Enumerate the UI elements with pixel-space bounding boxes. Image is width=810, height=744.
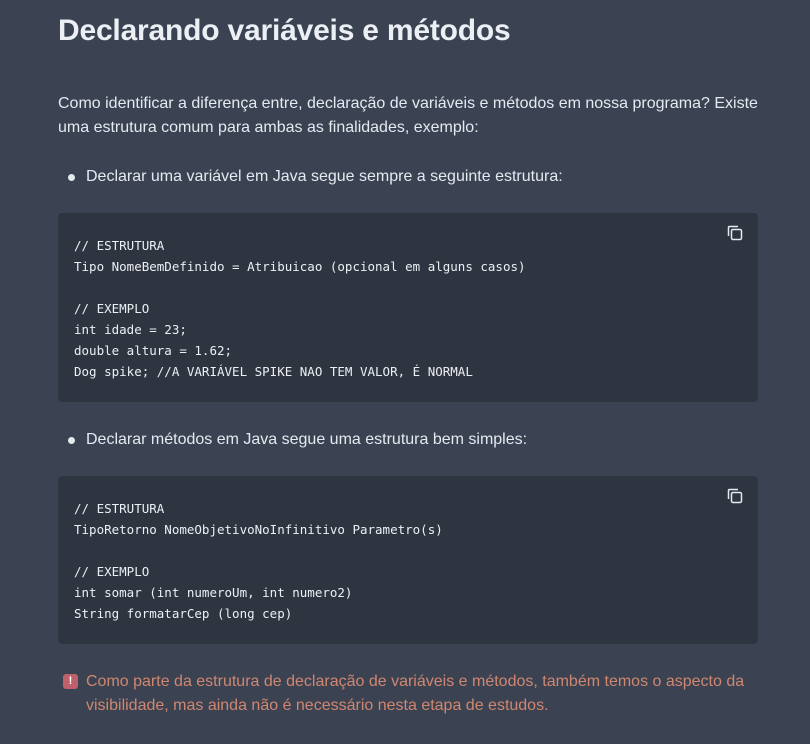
code-content[interactable]: // ESTRUTURA TipoRetorno NomeObjetivoNoI…	[74, 498, 443, 624]
bullet-text: Declarar métodos em Java segue uma estru…	[86, 431, 528, 448]
intro-paragraph: Como identificar a diferença entre, decl…	[58, 95, 758, 136]
page-title: Declarando variáveis e métodos	[58, 14, 511, 47]
copy-button[interactable]	[725, 223, 745, 243]
code-block-variables: // ESTRUTURA Tipo NomeBemDefinido = Atri…	[58, 213, 758, 402]
bullet-dot	[68, 437, 75, 444]
warning-icon: !	[63, 674, 78, 689]
copy-icon	[727, 488, 743, 504]
code-block-methods: // ESTRUTURA TipoRetorno NomeObjetivoNoI…	[58, 476, 758, 644]
warning-text: Como parte da estrutura de declaração de…	[86, 673, 745, 714]
copy-icon	[727, 225, 743, 241]
bullet-dot	[68, 174, 75, 181]
copy-button[interactable]	[725, 486, 745, 506]
code-content[interactable]: // ESTRUTURA Tipo NomeBemDefinido = Atri…	[74, 235, 526, 382]
bullet-text: Declarar uma variável em Java segue semp…	[86, 168, 563, 185]
